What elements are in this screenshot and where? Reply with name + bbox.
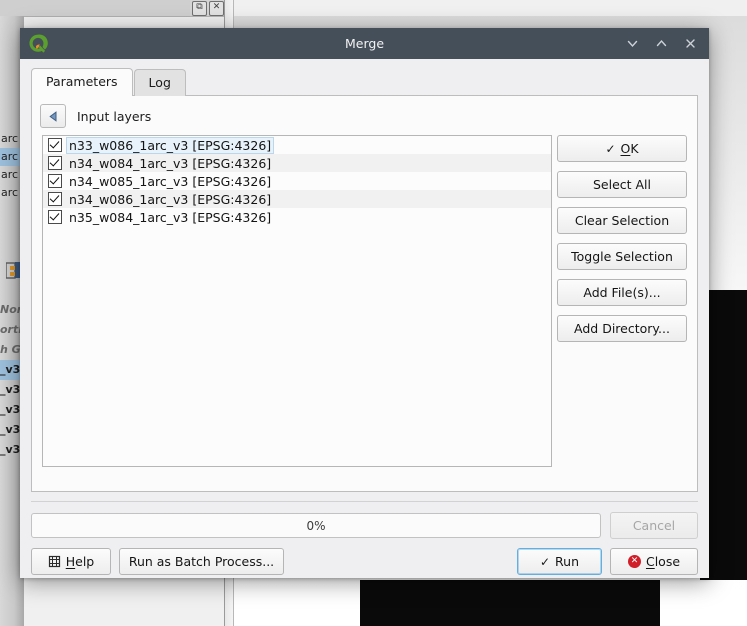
parameters-panel: Input layers n33_w086_1arc_v3 [EPSG:4326… [31,95,698,492]
add-directory-button[interactable]: Add Directory... [557,315,687,342]
table-row[interactable]: n34_w086_1arc_v3 [EPSG:4326] [43,190,551,208]
layer-label: n34_w085_1arc_v3 [EPSG:4326] [69,173,272,189]
window-controls[interactable] [619,32,703,56]
maximize-icon[interactable] [648,32,674,56]
close-button[interactable]: ✕ Close [610,548,698,575]
dialog-button-bar: Help Run as Batch Process... ✓ Run ✕ Clo… [31,548,698,575]
layer-checkbox[interactable] [48,156,62,170]
help-icon [48,555,61,568]
clear-selection-button[interactable]: Clear Selection [557,207,687,234]
run-button[interactable]: ✓ Run [517,548,602,575]
check-icon: ✓ [605,141,616,156]
help-button-accel: H [65,554,76,569]
run-as-batch-button[interactable]: Run as Batch Process... [119,548,284,575]
tab-bar[interactable]: Parameters Log [31,68,698,96]
table-row[interactable]: n33_w086_1arc_v3 [EPSG:4326] [43,136,551,154]
run-button-label: Run [555,554,580,569]
add-files-button[interactable]: Add File(s)... [557,279,687,306]
layer-label: n34_w086_1arc_v3 [EPSG:4326] [69,191,272,207]
layer-checkbox[interactable] [48,210,62,224]
layer-label: n34_w084_1arc_v3 [EPSG:4326] [69,155,272,171]
restore-panel-icon[interactable]: ⧉ [192,0,207,16]
ok-button[interactable]: ✓ OK [557,135,687,162]
dialog-title: Merge [344,36,385,51]
close-icon[interactable] [677,32,703,56]
table-row[interactable]: n34_w084_1arc_v3 [EPSG:4326] [43,154,551,172]
divider [31,501,698,502]
dialog-titlebar[interactable]: Merge [20,28,709,59]
cancel-button[interactable]: Cancel [610,512,698,539]
layer-checkbox[interactable] [48,192,62,206]
close-panel-icon[interactable]: ✕ [209,0,224,16]
table-row[interactable]: n35_w084_1arc_v3 [EPSG:4326] [43,208,551,226]
toggle-selection-button[interactable]: Toggle Selection [557,243,687,270]
layer-label: n33_w086_1arc_v3 [EPSG:4326] [65,136,275,154]
minimize-icon[interactable] [619,32,645,56]
input-layers-header: Input layers [32,96,697,132]
input-layers-list[interactable]: n33_w086_1arc_v3 [EPSG:4326] n34_w084_1a… [42,135,552,467]
progress-row: 0% Cancel [31,512,698,539]
select-all-button[interactable]: Select All [557,171,687,198]
qgis-logo [27,33,49,55]
tab-log[interactable]: Log [133,69,186,96]
tab-parameters[interactable]: Parameters [31,68,133,96]
close-button-accel: C [645,554,655,569]
progress-value: 0% [306,518,326,533]
ok-button-accel: O [620,141,631,156]
triangle-left-icon[interactable] [40,104,66,128]
merge-dialog: Merge Parameters Log Input layers n33_w0… [20,28,709,578]
input-layers-label: Input layers [77,108,152,124]
layer-checkbox[interactable] [48,138,62,152]
layer-label: n35_w084_1arc_v3 [EPSG:4326] [69,209,272,225]
layer-checkbox[interactable] [48,174,62,188]
layer-actions: ✓ OK Select All Clear Selection Toggle S… [557,135,687,342]
dem-raster-bottom [360,580,660,626]
progress-bar: 0% [31,513,601,538]
check-icon: ✓ [539,554,551,569]
table-row[interactable]: n34_w085_1arc_v3 [EPSG:4326] [43,172,551,190]
error-circle-icon: ✕ [627,555,641,568]
help-button[interactable]: Help [31,548,111,575]
